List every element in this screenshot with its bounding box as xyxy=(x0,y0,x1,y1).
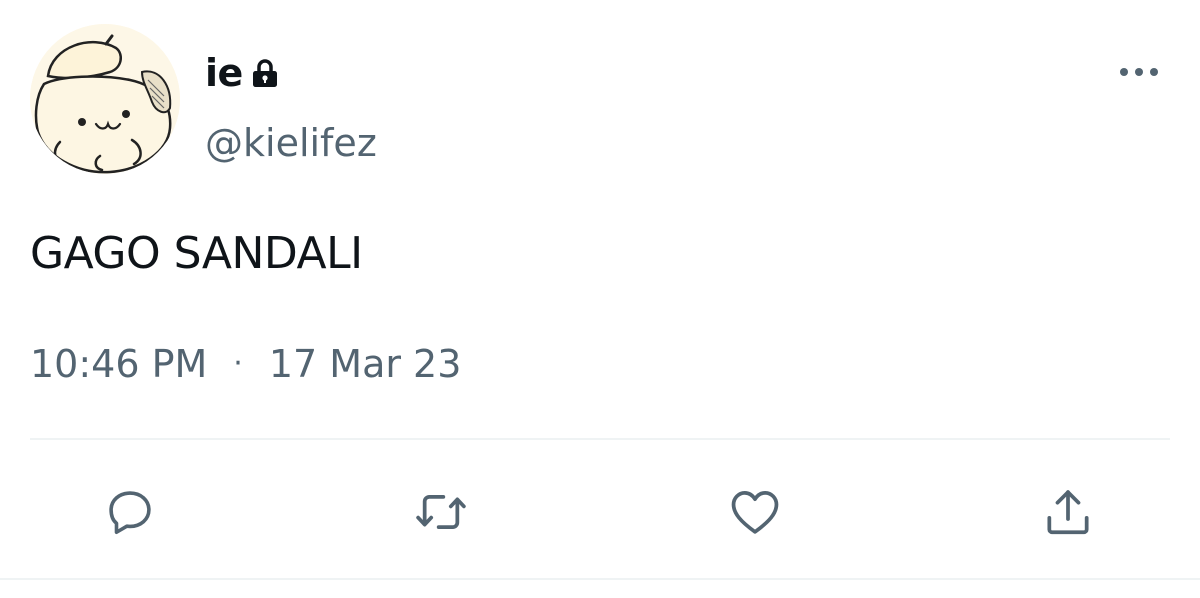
cartoon-dog-avatar-icon xyxy=(30,24,180,174)
tweet-detail: ie @kielifez GAGO SANDALI 10:46 PM · 17 … xyxy=(0,0,1200,598)
retweet-button[interactable] xyxy=(413,484,469,540)
reply-button[interactable] xyxy=(102,484,158,540)
more-options-button[interactable] xyxy=(1116,60,1162,84)
tweet-date[interactable]: 17 Mar 23 xyxy=(269,340,462,388)
retweet-icon xyxy=(416,494,466,530)
meta-separator: · xyxy=(233,346,243,381)
avatar[interactable] xyxy=(30,24,180,174)
comment-icon xyxy=(109,491,151,535)
display-name[interactable]: ie xyxy=(205,50,243,96)
share-icon xyxy=(1047,490,1089,535)
tweet-text: GAGO SANDALI xyxy=(30,228,363,279)
user-handle[interactable]: @kielifez xyxy=(205,120,377,166)
more-horizontal-icon xyxy=(1120,68,1158,76)
heart-icon xyxy=(731,491,779,534)
divider xyxy=(30,438,1170,440)
display-name-row[interactable]: ie xyxy=(205,50,281,96)
tweet-time[interactable]: 10:46 PM xyxy=(30,340,207,388)
divider xyxy=(0,578,1200,580)
share-button[interactable] xyxy=(1040,484,1096,540)
tweet-timestamp[interactable]: 10:46 PM · 17 Mar 23 xyxy=(30,340,461,388)
like-button[interactable] xyxy=(727,484,783,540)
lock-icon xyxy=(249,57,281,89)
